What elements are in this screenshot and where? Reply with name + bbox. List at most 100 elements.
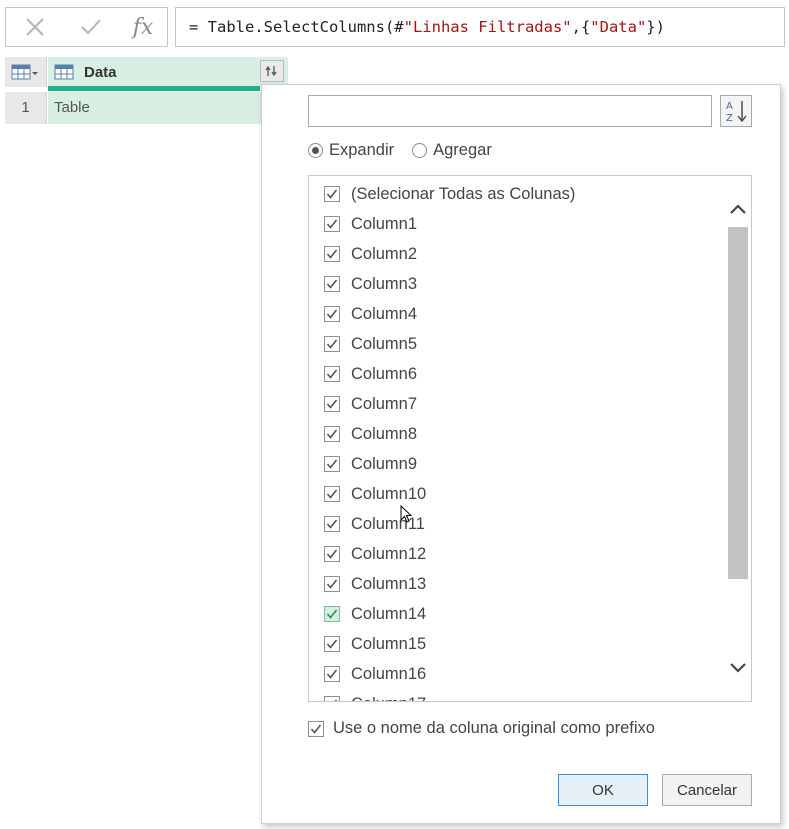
formula-string-1: "Linhas Filtradas" bbox=[403, 18, 572, 36]
check-icon bbox=[326, 639, 338, 649]
column-quality-bar bbox=[48, 86, 260, 91]
column-checkbox[interactable] bbox=[324, 516, 340, 532]
check-icon bbox=[326, 249, 338, 259]
check-icon bbox=[326, 279, 338, 289]
check-icon[interactable] bbox=[66, 8, 116, 46]
formula-input[interactable]: = Table.SelectColumns(#"Linhas Filtradas… bbox=[175, 7, 785, 47]
prefix-label: Use o nome da coluna original como prefi… bbox=[333, 719, 655, 737]
column-label: Column10 bbox=[351, 484, 427, 503]
expand-column-popup: A Z Expandir Agregar (Selecionar Todas as… bbox=[261, 84, 781, 824]
cancel-button[interactable]: Cancelar bbox=[662, 774, 752, 806]
check-icon bbox=[326, 489, 338, 499]
check-icon bbox=[326, 339, 338, 349]
scrollbar[interactable] bbox=[725, 176, 751, 701]
column-label: Column9 bbox=[351, 454, 418, 473]
mode-radio-1[interactable] bbox=[412, 143, 428, 158]
list-item[interactable]: Column4 bbox=[309, 299, 725, 329]
list-item[interactable]: Column14 bbox=[309, 599, 725, 629]
column-header-data[interactable]: Data bbox=[48, 57, 288, 91]
mode-radio-group: Expandir Agregar bbox=[308, 141, 510, 160]
check-icon bbox=[326, 369, 338, 379]
list-item[interactable]: Column12 bbox=[309, 539, 725, 569]
column-label: Column1 bbox=[351, 214, 418, 233]
list-item[interactable]: Column15 bbox=[309, 629, 725, 659]
list-item[interactable]: (Selecionar Todas as Colunas) bbox=[309, 179, 725, 209]
table-menu-button[interactable] bbox=[5, 57, 47, 87]
list-item[interactable]: Column7 bbox=[309, 389, 725, 419]
table-cell[interactable]: Table bbox=[48, 92, 288, 124]
list-item[interactable]: Column17 bbox=[309, 689, 725, 701]
check-icon bbox=[334, 699, 338, 701]
expand-arrows-icon bbox=[265, 65, 277, 77]
table-icon bbox=[11, 64, 38, 80]
column-checkbox[interactable] bbox=[324, 456, 340, 472]
column-checkbox[interactable] bbox=[324, 426, 340, 442]
list-item[interactable]: Column1 bbox=[309, 209, 725, 239]
expand-column-button[interactable] bbox=[260, 60, 284, 82]
column-label: Column6 bbox=[351, 364, 418, 383]
check-icon bbox=[326, 189, 338, 199]
check-icon bbox=[310, 724, 322, 734]
column-checkbox[interactable] bbox=[324, 486, 340, 502]
mode-radio-0[interactable] bbox=[308, 143, 323, 158]
scroll-down-icon[interactable] bbox=[725, 653, 751, 683]
list-item[interactable]: Column2 bbox=[309, 239, 725, 269]
list-item[interactable]: Column11 bbox=[309, 509, 725, 539]
column-checkbox[interactable] bbox=[324, 186, 340, 202]
column-checkbox[interactable] bbox=[324, 306, 340, 322]
column-checkbox[interactable] bbox=[324, 696, 340, 701]
column-label: Column7 bbox=[351, 394, 418, 413]
check-icon bbox=[326, 519, 338, 529]
column-checkbox[interactable] bbox=[324, 666, 340, 682]
column-list-items: (Selecionar Todas as Colunas) Column1 Colu… bbox=[309, 179, 725, 701]
search-input[interactable] bbox=[308, 95, 712, 127]
check-icon bbox=[326, 669, 338, 679]
list-item[interactable]: Column5 bbox=[309, 329, 725, 359]
scroll-up-icon[interactable] bbox=[725, 194, 751, 224]
fx-icon[interactable]: fx bbox=[118, 8, 168, 46]
svg-text:A: A bbox=[726, 101, 733, 112]
list-item[interactable]: Column16 bbox=[309, 659, 725, 689]
list-item[interactable]: Column8 bbox=[309, 419, 725, 449]
formula-prefix: = Table.SelectColumns(# bbox=[189, 18, 404, 36]
column-checkbox[interactable] bbox=[324, 396, 340, 412]
sort-az-icon: A Z bbox=[726, 101, 747, 124]
column-checkbox[interactable] bbox=[324, 576, 340, 592]
column-label: Column13 bbox=[351, 574, 427, 593]
list-item[interactable]: Column13 bbox=[309, 569, 725, 599]
column-checkbox[interactable] bbox=[324, 366, 340, 382]
column-label: (Selecionar Todas as Colunas) bbox=[351, 184, 576, 203]
column-checkbox[interactable] bbox=[324, 216, 340, 232]
list-item[interactable]: Column3 bbox=[309, 269, 725, 299]
column-label: Column2 bbox=[351, 244, 418, 263]
column-label: Column14 bbox=[351, 604, 427, 623]
list-item[interactable]: Column6 bbox=[309, 359, 725, 389]
check-icon bbox=[326, 429, 338, 439]
column-label: Column16 bbox=[351, 664, 427, 683]
check-icon bbox=[326, 609, 338, 619]
column-title: Data bbox=[84, 63, 117, 81]
column-checkbox[interactable] bbox=[324, 246, 340, 262]
list-item[interactable]: Column10 bbox=[309, 479, 725, 509]
column-checkbox[interactable] bbox=[324, 336, 340, 352]
row-number: 1 bbox=[5, 92, 47, 124]
column-checkbox[interactable] bbox=[324, 546, 340, 562]
list-item[interactable]: Column9 bbox=[309, 449, 725, 479]
column-checkbox[interactable] bbox=[324, 636, 340, 652]
column-label: Column8 bbox=[351, 424, 418, 443]
sort-button[interactable]: A Z bbox=[720, 95, 752, 127]
mode-radio-label: Expandir bbox=[329, 141, 395, 159]
column-list[interactable]: (Selecionar Todas as Colunas) Column1 Colu… bbox=[308, 175, 752, 702]
column-label: Column12 bbox=[351, 544, 427, 563]
radio-selected-dot bbox=[312, 147, 319, 154]
ok-button[interactable]: OK bbox=[558, 774, 648, 806]
prefix-checkbox[interactable] bbox=[308, 720, 324, 737]
check-icon bbox=[326, 459, 338, 469]
scrollbar-thumb[interactable] bbox=[728, 227, 748, 579]
column-checkbox[interactable] bbox=[324, 276, 340, 292]
close-icon[interactable] bbox=[10, 8, 60, 46]
check-icon bbox=[326, 549, 338, 559]
column-checkbox[interactable] bbox=[324, 606, 340, 622]
prefix-option[interactable]: Use o nome da coluna original como prefi… bbox=[308, 719, 655, 738]
formula-string-2: "Data" bbox=[590, 18, 647, 36]
